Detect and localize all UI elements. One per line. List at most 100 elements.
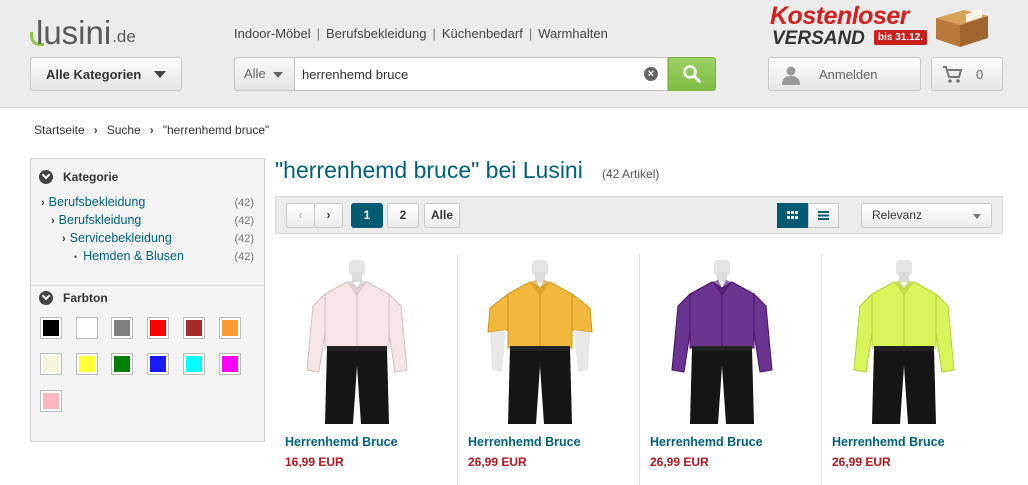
color-swatch[interactable] bbox=[40, 390, 62, 412]
user-icon bbox=[782, 66, 800, 85]
chevron-right-icon: › bbox=[149, 123, 154, 137]
color-swatch-fill bbox=[186, 356, 202, 372]
nav-kuechenbedarf[interactable]: Küchenbedarf bbox=[442, 26, 523, 41]
cart-button[interactable]: 0 bbox=[931, 57, 1003, 91]
page-1-button[interactable]: 1 bbox=[351, 203, 383, 228]
product-price: 26,99 EUR bbox=[650, 455, 709, 469]
category-label: Hemden & Blusen bbox=[83, 249, 184, 263]
search-scope-value: Alle bbox=[244, 66, 266, 81]
category-servicebekleidung[interactable]: › Servicebekleidung bbox=[62, 231, 172, 245]
search-button[interactable] bbox=[668, 57, 716, 91]
breadcrumb-home[interactable]: Startseite bbox=[34, 123, 85, 137]
login-label: Anmelden bbox=[819, 67, 878, 82]
category-berufskleidung[interactable]: › Berufskleidung bbox=[51, 213, 141, 227]
all-categories-button[interactable]: Alle Kategorien bbox=[30, 57, 182, 91]
results-count: (42 Artikel) bbox=[602, 167, 660, 181]
product-image[interactable] bbox=[844, 258, 964, 426]
product-name[interactable]: Herrenhemd Bruce bbox=[285, 435, 398, 449]
color-swatch-fill bbox=[222, 320, 238, 336]
page-all-button[interactable]: Alle bbox=[424, 203, 460, 228]
chevron-right-icon: › bbox=[93, 123, 98, 137]
page-2-button[interactable]: 2 bbox=[387, 203, 419, 228]
color-swatch[interactable] bbox=[76, 317, 98, 339]
breadcrumb-current: "herrenhemd bruce" bbox=[162, 123, 270, 137]
color-swatch[interactable] bbox=[40, 353, 62, 375]
nav-warmhalten[interactable]: Warmhalten bbox=[538, 26, 608, 41]
chevron-right-icon: › bbox=[51, 215, 55, 227]
color-swatch[interactable] bbox=[40, 317, 62, 339]
color-swatch[interactable] bbox=[219, 353, 241, 375]
search-icon bbox=[683, 65, 701, 83]
category-count: (42) bbox=[234, 197, 254, 209]
category-count: (42) bbox=[234, 233, 254, 245]
color-swatch-fill bbox=[43, 393, 59, 409]
color-swatch-fill bbox=[222, 356, 238, 372]
color-swatch-fill bbox=[79, 356, 95, 372]
nav-berufsbekleidung[interactable]: Berufsbekleidung bbox=[326, 26, 426, 41]
nav-separator: | bbox=[316, 26, 320, 41]
product-image[interactable] bbox=[297, 258, 417, 426]
color-swatch[interactable] bbox=[183, 317, 205, 339]
facet-color-header[interactable]: Farbton bbox=[39, 291, 108, 305]
product-name[interactable]: Herrenhemd Bruce bbox=[468, 435, 581, 449]
product-price: 16,99 EUR bbox=[285, 455, 344, 469]
product-card[interactable]: Herrenhemd Bruce 26,99 EUR bbox=[457, 254, 639, 485]
login-button[interactable]: Anmelden bbox=[768, 57, 921, 91]
product-name[interactable]: Herrenhemd Bruce bbox=[650, 435, 763, 449]
search-bar: Alle × bbox=[234, 57, 716, 91]
next-page-button[interactable]: › bbox=[314, 203, 343, 228]
facet-category-header[interactable]: Kategorie bbox=[39, 170, 118, 184]
breadcrumb-search[interactable]: Suche bbox=[107, 123, 141, 137]
chevron-down-icon bbox=[154, 71, 166, 78]
lusini-logo[interactable]: lusini .de bbox=[30, 12, 136, 49]
nav-separator: | bbox=[432, 26, 436, 41]
free-shipping-banner[interactable]: Kostenloser VERSAND bis 31.12. bbox=[770, 2, 995, 50]
product-image[interactable] bbox=[480, 258, 600, 426]
product-card[interactable]: Herrenhemd Bruce 26,99 EUR bbox=[639, 254, 821, 485]
product-image[interactable] bbox=[662, 258, 782, 426]
search-scope-select[interactable]: Alle bbox=[234, 57, 294, 91]
color-swatch-fill bbox=[114, 356, 130, 372]
grid-icon bbox=[787, 211, 798, 219]
color-swatch[interactable] bbox=[147, 353, 169, 375]
category-berufsbekleidung[interactable]: › Berufsbekleidung bbox=[41, 195, 145, 209]
prev-page-button[interactable]: ‹ bbox=[286, 203, 315, 228]
sidebar-divider bbox=[31, 285, 264, 286]
color-swatch-fill bbox=[79, 320, 95, 336]
color-swatch[interactable] bbox=[111, 317, 133, 339]
nav-indoor-moebel[interactable]: Indoor-Möbel bbox=[234, 26, 311, 41]
sort-value: Relevanz bbox=[872, 208, 923, 222]
bullet-icon: • bbox=[74, 252, 78, 262]
grid-view-button[interactable] bbox=[777, 203, 808, 228]
color-swatch[interactable] bbox=[147, 317, 169, 339]
clear-search-icon[interactable]: × bbox=[644, 67, 658, 81]
product-card[interactable]: Herrenhemd Bruce 16,99 EUR bbox=[275, 254, 457, 485]
search-input[interactable] bbox=[294, 57, 668, 91]
color-swatch-fill bbox=[43, 320, 59, 336]
color-swatch-fill bbox=[114, 320, 130, 336]
sort-select[interactable]: Relevanz bbox=[861, 203, 992, 228]
list-view-button[interactable] bbox=[808, 203, 839, 228]
cart-icon bbox=[943, 66, 963, 83]
facet-category-title: Kategorie bbox=[63, 170, 119, 184]
color-swatch[interactable] bbox=[183, 353, 205, 375]
category-label: Berufsbekleidung bbox=[48, 195, 146, 209]
all-categories-label: Alle Kategorien bbox=[46, 66, 142, 82]
results-heading: "herrenhemd bruce" bei Lusini bbox=[275, 157, 583, 183]
product-card[interactable]: Herrenhemd Bruce 26,99 EUR bbox=[821, 254, 1003, 485]
color-swatch[interactable] bbox=[76, 353, 98, 375]
category-label: Servicebekleidung bbox=[69, 231, 172, 245]
shipping-box-icon bbox=[936, 9, 988, 47]
color-swatch[interactable] bbox=[219, 317, 241, 339]
product-name[interactable]: Herrenhemd Bruce bbox=[832, 435, 945, 449]
logo-tld: .de bbox=[112, 27, 136, 46]
chevron-down-icon bbox=[973, 214, 981, 219]
color-swatch-fill bbox=[43, 356, 59, 372]
promo-date-badge: bis 31.12. bbox=[874, 30, 928, 45]
promo-line1: Kostenloser bbox=[770, 2, 909, 30]
color-swatch[interactable] bbox=[111, 353, 133, 375]
category-hemden-blusen[interactable]: • Hemden & Blusen bbox=[74, 249, 184, 263]
facet-color-title: Farbton bbox=[63, 291, 108, 305]
site-header: lusini .de Indoor-Möbel | Berufsbekleidu… bbox=[0, 0, 1028, 108]
category-count: (42) bbox=[234, 215, 254, 227]
